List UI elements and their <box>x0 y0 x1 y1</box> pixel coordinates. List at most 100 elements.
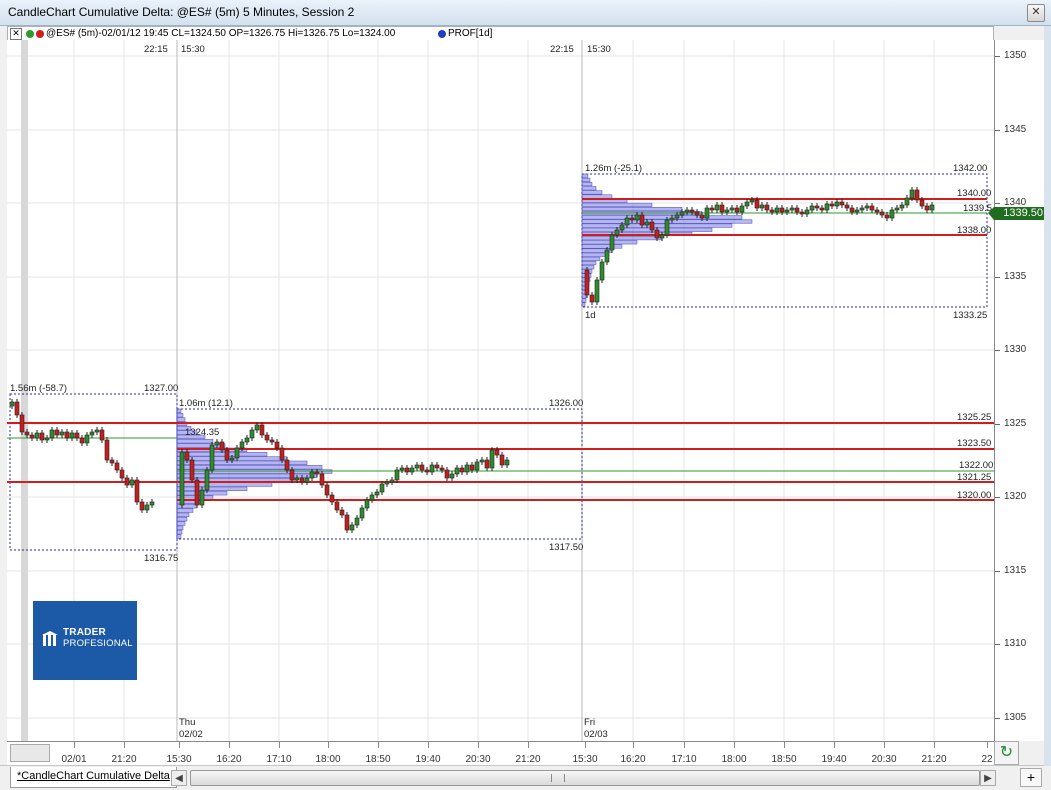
trader-profesional-logo: TRADER PROFESIONAL <box>33 601 137 680</box>
candle-body <box>194 479 200 506</box>
level-label: 1323.50 <box>957 438 991 449</box>
candle-body <box>649 221 655 231</box>
chart-plot-area[interactable]: 22:15 15:30 22:15 15:30 1.56m (-58.7) 13… <box>7 40 994 741</box>
profile-low-label: 1316.75 <box>144 553 178 564</box>
candle-body <box>14 401 20 416</box>
candle-body <box>644 221 650 226</box>
candle-body <box>464 464 470 473</box>
candle-body <box>754 199 760 209</box>
candle-body <box>384 481 390 485</box>
candle-body <box>674 214 680 219</box>
candle-body <box>724 209 730 213</box>
time-tick-mark <box>528 742 529 748</box>
session-label: 15:30 <box>587 44 611 55</box>
candle-body <box>779 207 785 213</box>
profile-bar <box>581 186 597 191</box>
candle-body <box>864 205 870 209</box>
window-title: CandleChart Cumulative Delta: @ES# (5m) … <box>8 5 355 19</box>
price-axis[interactable]: 1350 1345 1340 1335 1330 1325 1320 1315 1310 1305 <box>994 40 1045 741</box>
candle-body <box>839 201 845 206</box>
candle-body <box>624 217 630 226</box>
candle-body <box>344 514 350 531</box>
profile-bar <box>176 534 182 539</box>
candle-body <box>479 459 485 463</box>
profile-high-label: 1327.00 <box>144 383 178 394</box>
candle-body <box>214 441 220 446</box>
time-tick-mark <box>378 742 379 748</box>
profile-bar <box>176 417 186 422</box>
profile-bar <box>581 256 601 261</box>
tab-candlechart-cumulative-delta[interactable]: *CandleChart Cumulative Delta <box>10 767 177 788</box>
candle-body <box>449 473 455 479</box>
candle-body <box>784 209 790 213</box>
candle-body <box>759 204 765 209</box>
profile-bar <box>581 261 597 266</box>
price-tick-label: 1345 <box>1004 123 1027 135</box>
profile-bar <box>176 530 183 535</box>
candle-body <box>484 459 490 469</box>
profile-volume-label: 1.06m (12.1) <box>179 398 233 409</box>
candle-body <box>869 205 875 211</box>
profile-high-label: 1342.00 <box>953 163 987 174</box>
time-tick-label: 20:30 <box>465 754 491 765</box>
profile-bar <box>176 473 318 478</box>
level-label: 1320.00 <box>957 490 991 501</box>
time-tick-mark <box>884 742 885 748</box>
candle-body <box>889 209 895 219</box>
candle-body <box>219 441 225 451</box>
candle-body <box>809 205 815 211</box>
candlestick-chart[interactable]: 22:15 15:30 22:15 15:30 1.56m (-58.7) 13… <box>7 40 994 741</box>
date-label: 02/02 <box>179 729 203 740</box>
candle-body <box>854 209 860 213</box>
candle-body <box>59 431 65 436</box>
indicator-label: PROF[1d] <box>448 28 493 39</box>
candle-body <box>284 459 290 471</box>
candle-body <box>209 444 215 471</box>
candle-body <box>629 217 635 221</box>
profile-bar <box>581 302 586 307</box>
candle-body <box>364 499 370 509</box>
close-icon[interactable]: ✕ <box>1027 4 1045 22</box>
price-tick-mark <box>995 497 1000 498</box>
candle-body <box>109 459 115 464</box>
candle-body <box>39 432 45 441</box>
time-tick-mark <box>684 742 685 748</box>
green-dot-icon <box>26 30 34 38</box>
time-tick-label: 02/01 <box>61 754 87 765</box>
logo-text: TRADER <box>63 627 106 638</box>
chart-scroll-box[interactable] <box>10 744 50 762</box>
candle-body <box>619 224 625 231</box>
time-tick-mark <box>179 742 180 748</box>
close-icon[interactable]: ✕ <box>10 28 22 40</box>
add-chart-button[interactable]: + <box>1020 768 1042 787</box>
time-tick-mark <box>328 742 329 748</box>
scroll-right-icon[interactable]: ▶ <box>980 770 996 786</box>
candle-body <box>459 467 465 473</box>
candle-body <box>134 479 140 503</box>
candle-body <box>289 469 295 481</box>
candle-body <box>434 464 440 469</box>
candle-body <box>474 461 480 471</box>
session-label: 22:15 <box>550 44 574 55</box>
candle-body <box>309 471 315 479</box>
candle-body <box>124 477 130 486</box>
candle-body <box>439 467 445 471</box>
candle-body <box>64 431 70 439</box>
candle-body <box>294 477 300 481</box>
candle-body <box>304 477 310 483</box>
candle-body <box>664 219 670 236</box>
scroll-left-icon[interactable]: ◀ <box>171 770 187 786</box>
candle-body <box>274 441 280 449</box>
time-axis[interactable]: 02/01 21:20 15:30 16:20 17:10 18:00 18:50 19:40… <box>7 741 994 766</box>
refresh-button[interactable]: ↻ <box>994 741 1019 765</box>
profile-bar <box>176 413 184 418</box>
candle-body <box>849 207 855 213</box>
price-tick-mark <box>995 203 1000 204</box>
profile-bar <box>581 240 638 245</box>
price-tick-label: 1310 <box>1004 638 1027 649</box>
scrollbar-thumb[interactable] <box>190 770 980 786</box>
session-label: 15:30 <box>181 44 205 55</box>
candle-body <box>659 234 665 239</box>
candle-body <box>24 431 30 436</box>
time-tick-label: 21:20 <box>111 754 137 765</box>
